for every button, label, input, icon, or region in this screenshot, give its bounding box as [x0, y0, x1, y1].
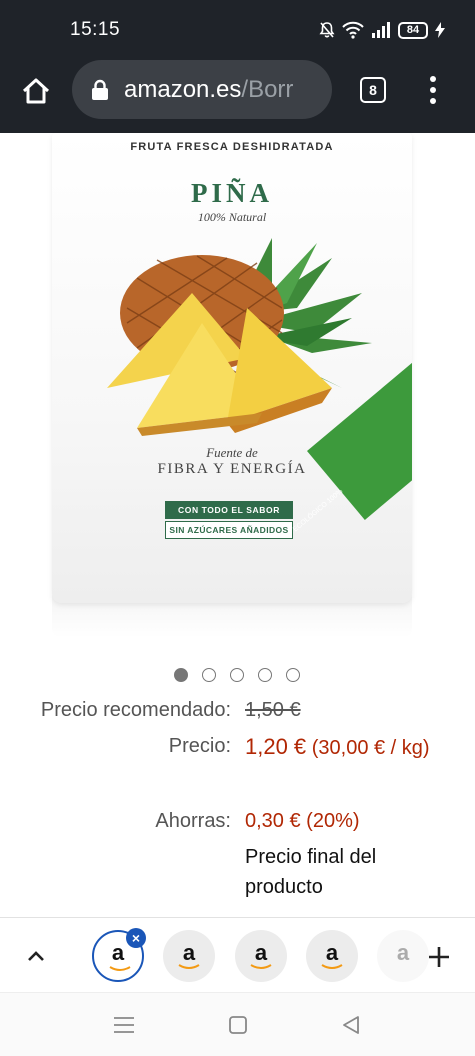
square-icon: [229, 1016, 247, 1034]
price-value: 1,20 € (30,00 € / kg): [245, 731, 445, 764]
tab-switcher-button[interactable]: 8: [360, 77, 386, 103]
tab-thumbnail[interactable]: a: [306, 930, 358, 982]
back-triangle-icon: [343, 1016, 359, 1034]
recents-button[interactable]: [112, 1013, 136, 1037]
carousel-dot[interactable]: [230, 668, 244, 682]
carousel-dot[interactable]: [202, 668, 216, 682]
savings-label: Ahorras:: [155, 810, 231, 832]
amazon-logo-icon: a: [111, 940, 125, 965]
home-icon: [22, 78, 50, 104]
status-icons: 84: [319, 18, 445, 42]
carousel-dot[interactable]: [258, 668, 272, 682]
wifi-icon: [342, 21, 364, 39]
price-per-unit: (30,00 € / kg): [311, 737, 430, 759]
browser-chrome: 15:15 84 amazon.es/Borr 8: [0, 0, 475, 133]
chevron-up-icon: [28, 951, 44, 961]
status-bar: 15:15 84: [0, 0, 475, 58]
amazon-logo-icon: a: [396, 940, 410, 965]
bag-badge-sabor: CON TODO EL SABOR: [165, 501, 293, 519]
url-text: amazon.es/Borr: [124, 76, 293, 104]
amazon-smile-icon: [250, 964, 272, 969]
home-button[interactable]: [17, 72, 55, 110]
menu-lines-icon: [114, 1017, 134, 1033]
expand-tabs-button[interactable]: [22, 942, 50, 970]
bag-product-name: PIÑA: [191, 178, 273, 208]
mute-icon: [319, 22, 335, 38]
product-image[interactable]: SIN AZÚCARES AÑADIDOS FRUTA FRESCA DESHI…: [52, 133, 412, 638]
tab-thumbnail[interactable]: a: [377, 930, 429, 982]
price-amount: 1,20 €: [245, 734, 307, 759]
close-tab-icon[interactable]: ×: [126, 928, 146, 948]
tab-thumbnail[interactable]: a: [163, 930, 215, 982]
charging-icon: [435, 22, 445, 38]
overflow-menu-button[interactable]: [420, 72, 446, 108]
carousel-dot[interactable]: [286, 668, 300, 682]
back-nav-button[interactable]: [339, 1013, 363, 1037]
new-tab-button[interactable]: [424, 942, 454, 972]
battery-icon: 84: [398, 21, 428, 39]
amazon-smile-icon: [178, 964, 200, 969]
menu-dot: [430, 76, 436, 82]
amazon-smile-icon: [109, 966, 131, 971]
bag-badge-azucares: SIN AZÚCARES AÑADIDOS: [165, 521, 293, 539]
url-path: /Borr: [241, 75, 294, 103]
menu-dot: [430, 87, 436, 93]
bag-top-text: FRUTA FRESCA DESHIDRATADA: [130, 141, 334, 153]
url-domain: amazon.es: [124, 75, 242, 103]
price-label: Precio:: [168, 735, 231, 757]
system-nav-bar: [0, 992, 475, 1056]
plus-icon: [429, 947, 449, 967]
final-price-note: Precio final del producto: [245, 846, 377, 898]
address-bar[interactable]: amazon.es/Borr: [72, 60, 332, 119]
signal-icon: [372, 22, 390, 38]
bag-subtitle: 100% Natural: [197, 210, 267, 224]
image-carousel-dots: [174, 668, 300, 682]
browser-toolbar: amazon.es/Borr 8: [0, 58, 475, 133]
lock-icon: [92, 79, 108, 100]
savings-value: 0,30 € (20%): [245, 810, 360, 832]
home-nav-button[interactable]: [226, 1013, 250, 1037]
list-price-label: Precio recomendado:: [40, 699, 231, 721]
tab-strip: a × a a a a: [0, 917, 475, 992]
eco-ribbon-text: ECOLÓGICO 100%: [292, 487, 345, 534]
pineapple-illustration: [107, 238, 372, 436]
amazon-smile-icon: [321, 964, 343, 969]
status-time: 15:15: [70, 19, 121, 40]
carousel-dot[interactable]: [174, 668, 188, 682]
product-bag: FRUTA FRESCA DESHIDRATADA PIÑA 100% Natu…: [52, 133, 412, 603]
tab-thumbnail-active[interactable]: a ×: [92, 928, 146, 982]
menu-dot: [430, 98, 436, 104]
tab-thumbnail[interactable]: a: [235, 930, 287, 982]
list-price-value: 1,50 €: [245, 699, 301, 721]
